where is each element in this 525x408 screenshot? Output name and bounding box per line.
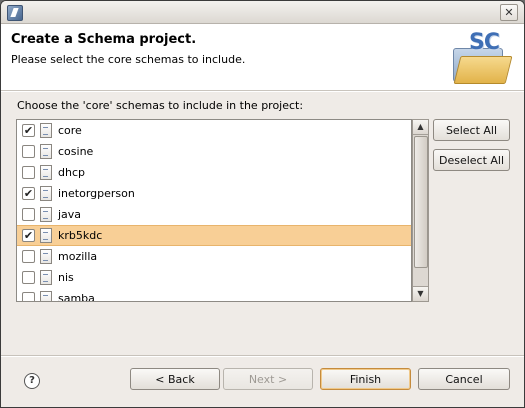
list-item[interactable]: nis	[17, 267, 411, 288]
list-item[interactable]: cosine	[17, 141, 411, 162]
back-button[interactable]: < Back	[130, 368, 220, 390]
finish-button[interactable]: Finish	[320, 368, 411, 390]
schema-checkbox[interactable]	[22, 250, 35, 263]
schema-prompt: Choose the 'core' schemas to include in …	[17, 99, 304, 112]
list-item[interactable]: ✔ core	[17, 120, 411, 141]
deselect-all-button[interactable]: Deselect All	[433, 149, 510, 171]
schema-label: krb5kdc	[58, 229, 103, 242]
schema-checkbox[interactable]	[22, 271, 35, 284]
schema-list-scrollbar[interactable]: ▲ ▼	[412, 119, 429, 302]
schema-label: core	[58, 124, 82, 137]
schema-checkbox[interactable]	[22, 145, 35, 158]
scroll-up-icon[interactable]: ▲	[413, 120, 428, 135]
schema-file-icon	[40, 207, 52, 222]
next-button[interactable]: Next >	[223, 368, 313, 390]
schema-label: cosine	[58, 145, 94, 158]
schema-checkbox[interactable]: ✔	[22, 229, 35, 242]
schema-folder-icon: SC	[447, 30, 513, 84]
schema-list: ✔ core cosine dhcp ✔ inetorgperson java ✔ krb5kd…	[16, 119, 412, 302]
schema-file-icon	[40, 123, 52, 138]
dialog-window: ✕ Create a Schema project. Please select…	[0, 0, 525, 408]
wizard-header: Create a Schema project. Please select t…	[1, 24, 524, 91]
select-all-button[interactable]: Select All	[433, 119, 510, 141]
header-divider	[1, 91, 524, 92]
schema-file-icon	[40, 291, 52, 301]
list-item[interactable]: dhcp	[17, 162, 411, 183]
schema-label: mozilla	[58, 250, 98, 263]
scroll-thumb[interactable]	[414, 136, 428, 268]
schema-file-icon	[40, 186, 52, 201]
title-bar: ✕	[1, 1, 524, 24]
list-item[interactable]: ✔ krb5kdc	[17, 225, 411, 246]
schema-label: dhcp	[58, 166, 85, 179]
schema-checkbox[interactable]	[22, 166, 35, 179]
schema-label: java	[58, 208, 82, 221]
list-item[interactable]: samba	[17, 288, 411, 302]
schema-file-icon	[40, 249, 52, 264]
banner-label: SC	[469, 30, 500, 55]
scroll-down-icon[interactable]: ▼	[413, 286, 428, 301]
schema-checkbox[interactable]	[22, 208, 35, 221]
schema-file-icon	[40, 228, 52, 243]
schema-file-icon	[40, 270, 52, 285]
schema-label: nis	[58, 271, 74, 284]
list-item[interactable]: java	[17, 204, 411, 225]
schema-file-icon	[40, 165, 52, 180]
schema-checkbox[interactable]	[22, 292, 35, 301]
help-icon[interactable]: ?	[24, 373, 40, 389]
schema-checkbox[interactable]: ✔	[22, 187, 35, 200]
schema-label: samba	[58, 292, 95, 302]
cancel-button[interactable]: Cancel	[418, 368, 510, 390]
schema-label: inetorgperson	[58, 187, 135, 200]
schema-checkbox[interactable]: ✔	[22, 124, 35, 137]
list-item[interactable]: mozilla	[17, 246, 411, 267]
list-item[interactable]: ✔ inetorgperson	[17, 183, 411, 204]
page-title: Create a Schema project.	[11, 32, 197, 47]
page-description: Please select the core schemas to includ…	[11, 53, 246, 66]
app-icon	[7, 5, 23, 21]
schema-file-icon	[40, 144, 52, 159]
close-icon[interactable]: ✕	[500, 4, 518, 21]
